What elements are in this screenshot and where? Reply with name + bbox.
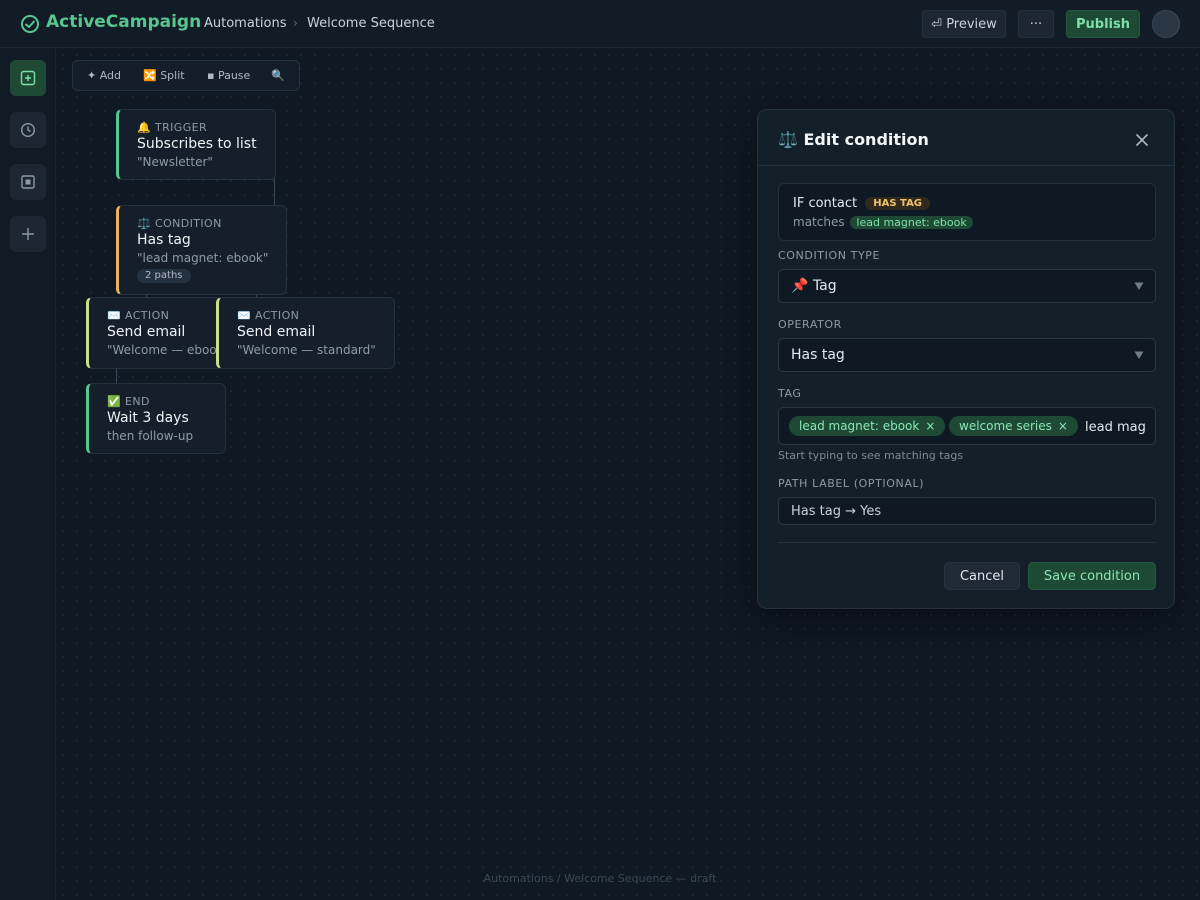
preview-button[interactable]: ⏎ Preview (922, 10, 1006, 38)
node-kind: ⚖️ CONDITION (137, 217, 222, 230)
toolbar-add-button[interactable]: ✦ Add (87, 69, 121, 82)
operator-badge: HAS TAG (865, 197, 931, 210)
plus-icon (22, 228, 34, 240)
add-node-icon (20, 70, 36, 86)
toolbar-split-button[interactable]: 🔀 Split (143, 69, 185, 82)
node-title: Send email (107, 324, 186, 340)
edit-condition-panel: ⚖️ Edit condition IF contact HAS TAG mat… (757, 109, 1175, 609)
node-subtitle: "lead magnet: ebook" (137, 251, 269, 265)
panel-title: ⚖️ Edit condition (778, 130, 929, 149)
operator-value: Has tag (791, 347, 845, 363)
node-action-no[interactable]: ✉️ ACTION Send email "Welcome — standard… (216, 297, 395, 369)
close-button[interactable] (1132, 130, 1152, 150)
panel-header: ⚖️ Edit condition (758, 110, 1174, 166)
condition-type-label: CONDITION TYPE (778, 249, 881, 262)
cancel-button[interactable]: Cancel (944, 562, 1020, 590)
node-end[interactable]: ✅ END Wait 3 days then follow-up (86, 383, 226, 454)
more-options-button[interactable]: ··· (1018, 10, 1054, 38)
dropdown-arrow-icon (1134, 282, 1144, 290)
tag-search-field[interactable] (1085, 417, 1155, 437)
save-condition-button[interactable]: Save condition (1028, 562, 1156, 590)
node-title: Send email (237, 324, 316, 340)
publish-button[interactable]: Publish (1066, 10, 1140, 38)
breadcrumb-current: Welcome Sequence (307, 16, 435, 31)
tag-chip: lead magnet: ebook × (789, 416, 946, 436)
path-label-field[interactable] (778, 497, 1156, 525)
operator-select[interactable]: Has tag (778, 338, 1156, 372)
tag-input[interactable]: lead magnet: ebook × welcome series × (778, 407, 1156, 445)
summary-line-2: matches lead magnet: ebook (793, 215, 973, 229)
node-kind: ✅ END (107, 395, 150, 408)
node-title: Subscribes to list (137, 136, 257, 152)
condition-summary: IF contact HAS TAG matches lead magnet: … (778, 183, 1156, 241)
canvas-footer-note: Automations / Welcome Sequence — draft (483, 872, 717, 885)
summary-tag-badge: lead magnet: ebook (850, 216, 973, 229)
paths-badge: 2 paths (137, 269, 191, 283)
node-subtitle: "Welcome — standard" (237, 343, 376, 357)
node-subtitle: "Welcome — ebook" (107, 343, 224, 357)
avatar[interactable] (1152, 10, 1180, 38)
node-title: Has tag (137, 232, 191, 248)
node-title: Wait 3 days (107, 410, 189, 426)
canvas-toolbar: ✦ Add 🔀 Split ▪ Pause 🔍 (72, 60, 300, 91)
check-circle-icon (21, 15, 39, 33)
summary-line-1: IF contact HAS TAG (793, 196, 931, 211)
summary-matches-label: matches (793, 215, 845, 229)
path-label-label: PATH LABEL (OPTIONAL) (778, 477, 925, 490)
square-icon (21, 175, 35, 189)
panel-divider (778, 542, 1156, 543)
condition-type-select[interactable]: 📌 Tag (778, 269, 1156, 303)
toolbar-pause-button[interactable]: ▪ Pause (207, 69, 250, 82)
top-bar: ActiveCampaign Automations › Welcome Seq… (0, 0, 1200, 48)
node-kind: ✉️ ACTION (107, 309, 170, 322)
close-icon (1136, 134, 1148, 146)
clock-icon (20, 122, 36, 138)
node-condition[interactable]: ⚖️ CONDITION Has tag "lead magnet: ebook… (116, 205, 287, 295)
tag-chip: welcome series × (949, 416, 1078, 436)
node-subtitle: then follow-up (107, 429, 194, 443)
summary-prefix: IF contact (793, 196, 858, 211)
breadcrumb-automations[interactable]: Automations (204, 16, 287, 31)
tag-chip-label: lead magnet: ebook (799, 419, 920, 433)
node-kind: ✉️ ACTION (237, 309, 300, 322)
rail-add-node-button[interactable] (10, 60, 46, 96)
breadcrumb-separator: › (293, 16, 298, 30)
remove-tag-icon[interactable]: × (925, 419, 935, 433)
node-trigger[interactable]: 🔔 TRIGGER Subscribes to list "Newsletter… (116, 109, 276, 180)
toolbar-search-icon[interactable]: 🔍 (271, 69, 285, 82)
condition-type-value: 📌 Tag (791, 278, 837, 294)
tag-label: TAG (778, 387, 802, 400)
node-action-yes[interactable]: ✉️ ACTION Send email "Welcome — ebook" (86, 297, 224, 369)
rail-add-button[interactable] (10, 216, 46, 252)
rail-history-button[interactable] (10, 112, 46, 148)
remove-tag-icon[interactable]: × (1058, 419, 1068, 433)
rail-blocks-button[interactable] (10, 164, 46, 200)
node-kind: 🔔 TRIGGER (137, 121, 208, 134)
operator-label: OPERATOR (778, 318, 842, 331)
dropdown-arrow-icon (1134, 351, 1144, 359)
brand-name[interactable]: ActiveCampaign (46, 12, 201, 32)
left-rail (0, 48, 56, 900)
tag-chip-label: welcome series (959, 419, 1052, 433)
tag-hint: Start typing to see matching tags (778, 449, 964, 462)
node-subtitle: "Newsletter" (137, 155, 213, 169)
